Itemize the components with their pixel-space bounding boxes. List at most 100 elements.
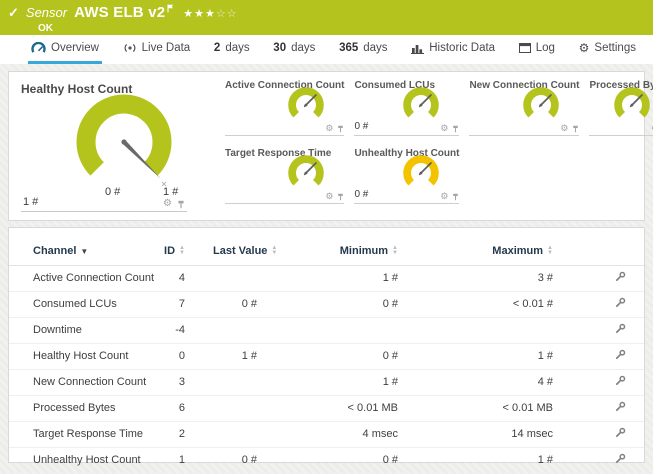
tab-historic-data[interactable]: Historic Data (408, 35, 498, 64)
tab-365-days[interactable]: 365 days (336, 35, 390, 64)
stars-empty: ☆☆ (215, 8, 238, 20)
channel-settings-wrench-icon[interactable] (615, 349, 626, 360)
cell-last-value (191, 369, 269, 396)
pin-icon[interactable] (337, 193, 344, 201)
sort-icon[interactable]: ▲ ▼ (271, 245, 277, 256)
gauge-settings-icon[interactable]: ⚙ (440, 192, 448, 201)
tab-live-data[interactable]: Live Data (120, 35, 194, 64)
channel-table-panel: Channel ▼ ID ▲ ▼ Last Value ▲ ▼ Minimum ▲ ▼ Maximum… (8, 227, 645, 474)
column-label: ID (164, 245, 176, 257)
cell-id: 4 (159, 265, 191, 292)
tab-label: days (225, 42, 250, 54)
pin-icon[interactable] (337, 125, 344, 133)
channel-settings-wrench-icon[interactable] (615, 453, 626, 464)
mini-gauge-actions: ⚙ (440, 124, 459, 133)
column-header-min[interactable]: Minimum ▲ ▼ (269, 240, 404, 266)
tab-label: Historic Data (429, 42, 496, 54)
pin-icon[interactable] (177, 200, 185, 209)
tab-2-days[interactable]: 2 days (211, 35, 253, 64)
channel-settings-wrench-icon[interactable] (615, 323, 626, 334)
mini-gauge (403, 87, 440, 118)
pin-icon[interactable] (452, 193, 459, 201)
column-header-max[interactable]: Maximum ▲ ▼ (404, 240, 559, 266)
cell-minimum: 0 # (269, 343, 404, 370)
tab-settings[interactable]: ⚙ Settings (576, 35, 639, 64)
content-area: Healthy Host Count 0 # 1 # 1 # ⚙ Active … (0, 64, 653, 474)
tab-30-days[interactable]: 30 days (270, 35, 318, 64)
sensor-title: AWS ELB v2 (74, 4, 166, 21)
mini-gauge-tile[interactable]: New Connection Count ⚙ (469, 80, 580, 136)
tab-label: Settings (594, 42, 636, 54)
cell-minimum: 0 # (269, 291, 404, 318)
object-kind-label: Sensor (25, 5, 68, 20)
primary-gauge-tile[interactable]: Healthy Host Count 0 # 1 # 1 # ⚙ (21, 80, 187, 212)
column-header-last[interactable]: Last Value ▲ ▼ (191, 240, 277, 266)
pin-icon[interactable] (572, 125, 579, 133)
primary-gauge-current-value: 1 # (23, 196, 39, 208)
mini-gauge-actions: ⚙ (440, 192, 459, 201)
table-header-row: Channel ▼ ID ▲ ▼ Last Value ▲ ▼ Minimum ▲ ▼ Maximum… (9, 240, 644, 266)
sensor-title-row: ✓ Sensor AWS ELB v2 ★★★☆☆ (8, 4, 643, 21)
sensor-status-row: OK (8, 23, 643, 34)
tab-label: Live Data (141, 42, 191, 54)
cell-id: 1 (159, 447, 191, 474)
gauge-settings-icon[interactable]: ⚙ (325, 124, 333, 133)
table-row[interactable]: New Connection Count 3 1 # 4 # (9, 369, 644, 396)
log-icon (518, 43, 531, 53)
table-row[interactable]: Downtime -4 (9, 317, 644, 344)
column-header-id[interactable]: ID ▲ ▼ (159, 240, 191, 266)
mini-gauge-tile[interactable]: Unhealthy Host Count 0 # ⚙ (354, 148, 460, 204)
sort-icon[interactable]: ▲ ▼ (392, 245, 398, 256)
mini-gauge-value: 0 # (354, 189, 369, 200)
cell-last-value: 0 # (191, 447, 269, 474)
gauge-settings-icon[interactable]: ⚙ (325, 192, 333, 201)
channel-settings-wrench-icon[interactable] (615, 297, 626, 308)
tab-label: days (363, 42, 388, 54)
tab-overview[interactable]: Overview (28, 35, 102, 64)
sensor-header: ✓ Sensor AWS ELB v2 ★★★☆☆ OK (0, 0, 653, 35)
column-header-channel[interactable]: Channel ▼ (9, 240, 159, 266)
channel-table: Channel ▼ ID ▲ ▼ Last Value ▲ ▼ Minimum ▲ ▼ Maximum… (9, 240, 644, 474)
tab-log[interactable]: Log (516, 35, 558, 64)
cell-channel: Consumed LCUs (9, 291, 159, 318)
gauge-settings-icon[interactable]: ⚙ (440, 124, 448, 133)
cell-tools (559, 343, 644, 370)
cell-tools (559, 395, 644, 422)
gauge-settings-icon[interactable]: ⚙ (163, 199, 172, 209)
sort-icon[interactable]: ▲ ▼ (179, 245, 185, 256)
historic-data-icon (411, 43, 425, 54)
cell-channel: Downtime (9, 317, 159, 344)
channel-settings-wrench-icon[interactable] (615, 271, 626, 282)
cell-maximum: 1 # (404, 447, 559, 474)
mini-gauge (288, 87, 325, 118)
mini-gauge-actions: ⚙ (325, 124, 344, 133)
tab-label: Log (535, 42, 555, 54)
tab-number: 2 (213, 42, 221, 54)
table-row[interactable]: Healthy Host Count 0 1 # 0 # 1 # (9, 343, 644, 370)
sensor-status-badge: OK (38, 23, 53, 34)
gauge-settings-icon[interactable]: ⚙ (560, 124, 568, 133)
table-row[interactable]: Unhealthy Host Count 1 0 # 0 # 1 # (9, 447, 644, 474)
channel-settings-wrench-icon[interactable] (615, 401, 626, 412)
cell-channel: New Connection Count (9, 369, 159, 396)
channel-settings-wrench-icon[interactable] (615, 375, 626, 386)
table-row[interactable]: Active Connection Count 4 1 # 3 # (9, 265, 644, 292)
status-ok-check-icon: ✓ (8, 5, 19, 20)
mini-gauge-tile[interactable]: Processed Bytes ⚙ (589, 80, 653, 136)
pin-icon[interactable] (452, 125, 459, 133)
table-row[interactable]: Target Response Time 2 4 msec 14 msec (9, 421, 644, 448)
mini-gauge-tile[interactable]: Target Response Time ⚙ (225, 148, 345, 204)
table-row[interactable]: Consumed LCUs 7 0 # 0 # < 0.01 # (9, 291, 644, 318)
table-row[interactable]: Processed Bytes 6 < 0.01 MB < 0.01 MB (9, 395, 644, 422)
sort-active-icon[interactable]: ▼ (80, 247, 88, 256)
cell-last-value (191, 395, 269, 422)
mini-gauge-tile[interactable]: Consumed LCUs 0 # ⚙ (354, 80, 460, 136)
priority-stars[interactable]: ★★★☆☆ (183, 7, 237, 20)
cell-minimum (269, 317, 404, 344)
column-label: Channel (33, 245, 77, 257)
cell-tools (559, 265, 644, 292)
channel-settings-wrench-icon[interactable] (615, 427, 626, 438)
mini-gauge-tile[interactable]: Active Connection Count ⚙ (225, 80, 345, 136)
sort-icon[interactable]: ▲ ▼ (547, 245, 553, 256)
cell-maximum: 4 # (404, 369, 559, 396)
